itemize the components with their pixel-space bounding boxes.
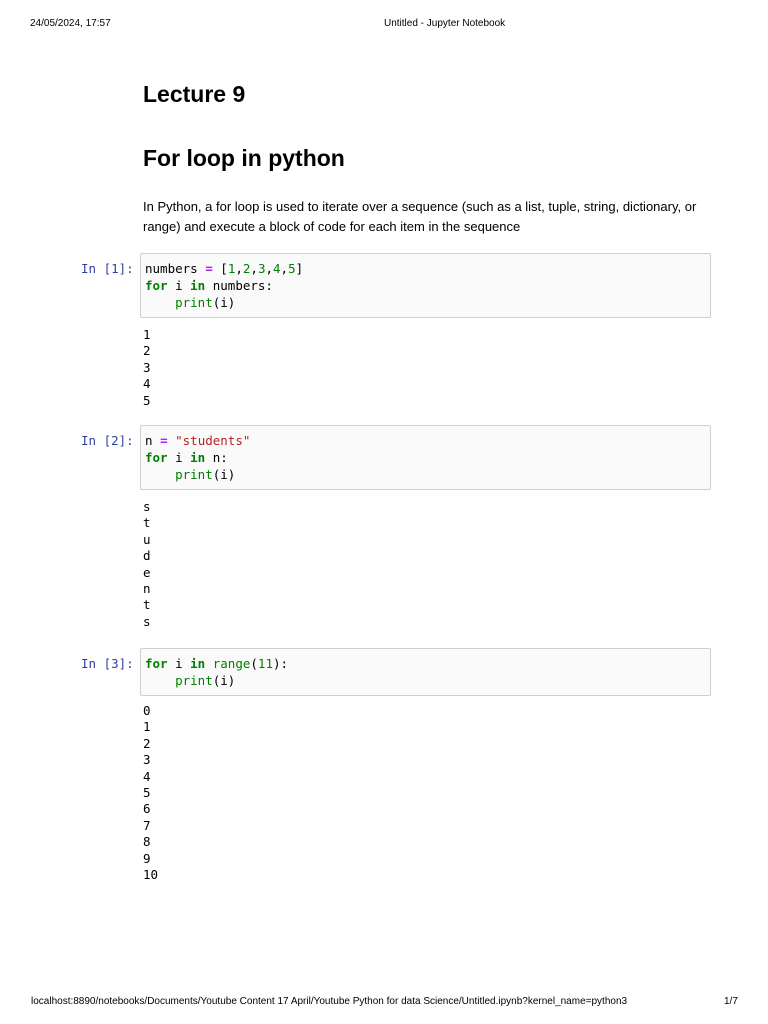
code-token: i <box>167 656 191 671</box>
code-token: ( <box>250 656 258 671</box>
code-token: ): <box>272 656 289 671</box>
code-token: in <box>190 278 206 293</box>
output-line: 4 <box>143 768 151 784</box>
output-line: 5 <box>143 392 151 408</box>
code-token: "students" <box>175 433 251 448</box>
notebook-page: 24/05/2024, 17:57 Untitled - Jupyter Not… <box>0 0 768 1024</box>
page-number: 1/7 <box>724 996 738 1007</box>
heading-lecture: Lecture 9 <box>143 81 246 107</box>
output-line: 10 <box>143 867 159 883</box>
code-token: , <box>265 261 273 276</box>
output-line: s <box>143 613 151 629</box>
cell-output: 12345 <box>143 327 151 409</box>
output-line: 6 <box>143 801 151 817</box>
code-token: = <box>160 433 168 448</box>
code-token: print <box>175 467 213 482</box>
code-token: numbers: <box>205 278 273 293</box>
output-line: 0 <box>143 703 151 718</box>
code-token: (i) <box>212 673 236 688</box>
cell-output: 0 1 2 3 4 5 6 7 8 9 10 <box>143 703 158 883</box>
code-token: n <box>145 433 161 448</box>
output-line: 4 <box>143 376 151 392</box>
page-title: Untitled - Jupyter Notebook <box>384 18 506 29</box>
output-line: 8 <box>143 834 151 850</box>
output-line: n <box>143 581 151 597</box>
code-cell-input[interactable]: for i in range(11): print(i) <box>140 648 711 696</box>
cell-prompt: In [2]: <box>81 433 134 448</box>
code-line: print(i) <box>145 294 706 311</box>
cell-output: students <box>143 499 151 630</box>
code-token: in <box>190 656 206 671</box>
output-line: s <box>143 499 151 514</box>
code-token: for <box>145 450 168 465</box>
code-token: , <box>280 261 289 276</box>
output-line: t <box>143 597 151 613</box>
footer-url: localhost:8890/notebooks/Documents/Youtu… <box>31 996 628 1007</box>
output-line: 3 <box>143 752 151 768</box>
code-token: numbers <box>145 261 206 276</box>
output-line: 9 <box>143 850 151 866</box>
cell-prompt: In [1]: <box>81 261 134 276</box>
output-line: 7 <box>143 817 151 833</box>
output-line: d <box>143 548 151 564</box>
output-line: 1 <box>143 719 151 735</box>
code-cell-input[interactable]: n = "students" for i in n: print(i) <box>140 425 711 490</box>
code-token: 11 <box>257 656 273 671</box>
output-line: t <box>143 515 151 531</box>
code-line: for i in numbers: <box>145 277 706 294</box>
intro-paragraph: In Python, a for loop is used to iterate… <box>143 199 697 234</box>
heading-for-loop: For loop in python <box>143 145 345 171</box>
code-token: print <box>175 673 213 688</box>
cell-prompt: In [3]: <box>81 656 134 671</box>
print-datetime: 24/05/2024, 17:57 <box>30 18 111 29</box>
code-token: for <box>145 656 168 671</box>
code-token: ] <box>295 261 304 276</box>
code-line: numbers = [1,2,3,4,5] <box>145 260 706 277</box>
output-line: 1 <box>143 327 151 342</box>
code-line: print(i) <box>145 466 706 483</box>
output-line: 5 <box>143 785 151 801</box>
code-token: range <box>212 656 251 671</box>
code-line: print(i) <box>145 672 706 689</box>
output-line: 2 <box>143 343 151 359</box>
code-cell-input[interactable]: numbers = [1,2,3,4,5] for i in numbers: p… <box>140 253 711 318</box>
code-token: print <box>175 295 213 310</box>
code-token: in <box>190 450 206 465</box>
code-token: 4 <box>273 261 281 276</box>
code-token: [ <box>212 261 228 276</box>
output-line: 3 <box>143 359 151 375</box>
code-token: (i) <box>212 467 236 482</box>
output-line: e <box>143 564 151 580</box>
code-token: = <box>205 261 213 276</box>
code-line: for i in n: <box>145 449 706 466</box>
code-token: for <box>145 278 168 293</box>
output-line: 2 <box>143 735 151 751</box>
code-line: n = "students" <box>145 432 706 449</box>
code-token: i <box>167 450 191 465</box>
code-line: for i in range(11): <box>145 655 706 672</box>
code-token: , <box>250 261 258 276</box>
output-line: u <box>143 531 151 547</box>
code-token: n: <box>205 450 228 465</box>
code-token: i <box>167 278 191 293</box>
code-token: , <box>235 261 243 276</box>
code-token: (i) <box>212 295 236 310</box>
code-token: 5 <box>288 261 296 276</box>
